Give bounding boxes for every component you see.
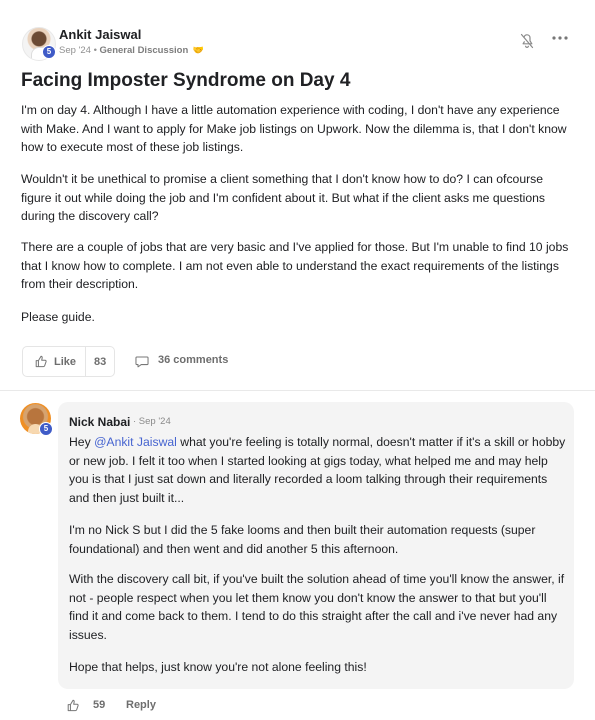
post-comments-button[interactable]: 36 comments bbox=[135, 354, 265, 370]
meta-separator: • bbox=[93, 45, 97, 56]
reply-button[interactable]: Reply bbox=[126, 699, 156, 711]
more-horizontal-icon[interactable] bbox=[551, 34, 569, 42]
comment-paragraph: I'm no Nick S but I did the 5 fake looms… bbox=[69, 523, 536, 556]
like-count-divider bbox=[85, 347, 86, 376]
comment-greeting: Hey bbox=[69, 435, 95, 449]
comment-date: · Sep '24 bbox=[133, 416, 171, 427]
comment-bubble-icon bbox=[135, 356, 149, 368]
comment-card: Nick Nabai · Sep '24 Hey @Ankit Jaiswal … bbox=[58, 402, 574, 689]
post-header: 5 Ankit Jaiswal Sep '24 • General Discus… bbox=[22, 27, 577, 61]
post-comments-count: 36 comments bbox=[158, 354, 229, 366]
post-paragraph: I'm on day 4. Although I have a little a… bbox=[21, 103, 567, 154]
post-meta: Sep '24 • General Discussion 🤝 bbox=[59, 45, 204, 56]
comment-avatar-wrapper[interactable]: 5 bbox=[20, 403, 54, 437]
bell-off-icon-svg bbox=[520, 33, 534, 49]
post-date: Sep '24 bbox=[59, 45, 91, 56]
post-like-label: Like bbox=[54, 356, 77, 368]
comment-actions: 59 Reply bbox=[67, 697, 247, 715]
commenter-level-badge: 5 bbox=[39, 422, 53, 436]
post-paragraph: Wouldn't it be unethical to promise a cl… bbox=[21, 172, 545, 223]
bell-off-icon[interactable] bbox=[520, 33, 534, 49]
comment-paragraph: With the discovery call bit, if you've b… bbox=[69, 572, 565, 642]
post-comment-divider bbox=[0, 390, 595, 391]
comment-paragraph-with-mention: Hey @Ankit Jaiswal what you're feeling i… bbox=[69, 433, 569, 507]
comment-author-name[interactable]: Nick Nabai bbox=[69, 415, 130, 429]
post-author-name[interactable]: Ankit Jaiswal bbox=[59, 27, 141, 42]
author-level-badge: 5 bbox=[42, 45, 56, 59]
comment-like-button[interactable] bbox=[67, 699, 80, 712]
post-like-button[interactable]: Like 83 bbox=[22, 346, 115, 377]
thumbs-up-icon bbox=[67, 699, 79, 712]
post-category[interactable]: General Discussion bbox=[100, 45, 189, 56]
post-paragraph: There are a couple of jobs that are very… bbox=[21, 240, 569, 291]
post-title: Facing Imposter Syndrome on Day 4 bbox=[21, 70, 351, 91]
post-paragraph: Please guide. bbox=[21, 310, 95, 324]
thumbs-up-icon bbox=[35, 355, 47, 368]
handshake-icon: 🤝 bbox=[192, 45, 205, 55]
author-avatar-wrapper[interactable]: 5 bbox=[22, 27, 56, 61]
post-actions: Like 83 36 comments bbox=[22, 346, 228, 377]
user-mention-link[interactable]: @Ankit Jaiswal bbox=[94, 435, 177, 449]
more-icon-svg bbox=[552, 36, 568, 40]
post-like-count[interactable]: 83 bbox=[94, 356, 106, 368]
comment-paragraph: Hope that helps, just know you're not al… bbox=[69, 660, 367, 674]
comment-like-count[interactable]: 59 bbox=[93, 699, 105, 711]
